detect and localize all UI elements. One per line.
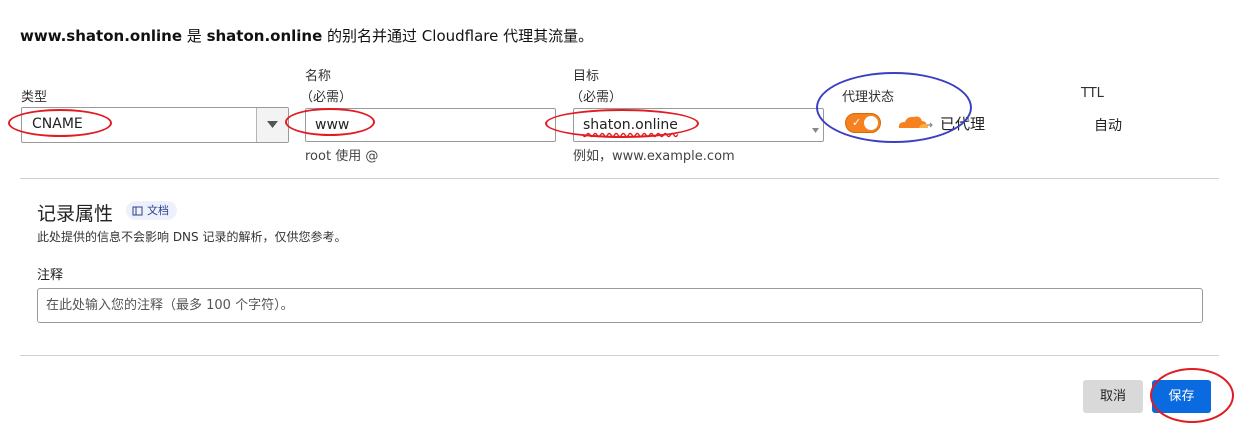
cloud-icon [898, 116, 933, 128]
name-required: （必需） [300, 90, 353, 105]
target-input[interactable]: shaton.online [573, 108, 824, 142]
target-hint: 例如，www.example.com [573, 149, 735, 164]
resize-handle-icon [812, 128, 819, 133]
save-button[interactable]: 保存 [1152, 380, 1211, 413]
target-input-value: shaton.online [583, 117, 678, 133]
name-input-value: www [315, 117, 350, 133]
type-select[interactable]: CNAME [21, 107, 289, 143]
note-label: 注释 [37, 268, 64, 283]
name-label: 名称 [305, 69, 332, 84]
section-divider-top [20, 178, 1219, 179]
chevron-down-icon [267, 121, 278, 128]
summary-suffix: 的别名并通过 Cloudflare 代理其流量。 [322, 27, 594, 45]
type-select-value: CNAME [32, 116, 83, 132]
book-icon [132, 206, 143, 216]
proxy-status-label: 代理状态 [842, 90, 895, 105]
type-label: 类型 [21, 90, 48, 105]
docs-link[interactable]: 文档 [126, 201, 177, 220]
type-select-toggle[interactable] [256, 108, 288, 142]
proxy-status-text: 已代理 [940, 115, 986, 133]
record-summary: www.shaton.online 是 shaton.online 的别名并通过… [20, 25, 593, 46]
ttl-label: TTL [1081, 86, 1104, 101]
target-label: 目标 [573, 69, 600, 84]
cancel-button[interactable]: 取消 [1083, 380, 1143, 413]
record-attributes-title: 记录属性 [37, 203, 114, 225]
target-required: （必需） [570, 90, 623, 105]
name-input[interactable]: www [305, 108, 556, 142]
docs-link-label: 文档 [147, 204, 169, 217]
proxy-toggle[interactable]: ✓ [845, 113, 881, 133]
toggle-knob [864, 116, 878, 130]
section-divider-bottom [20, 355, 1219, 356]
ttl-value: 自动 [1094, 118, 1122, 134]
summary-connector: 是 [182, 27, 207, 45]
note-input[interactable] [37, 288, 1203, 323]
check-icon: ✓ [852, 116, 862, 129]
name-hint: root 使用 @ [305, 149, 379, 164]
summary-alias-name: www.shaton.online [20, 27, 183, 45]
summary-target-name: shaton.online [206, 27, 323, 45]
record-attributes-description: 此处提供的信息不会影响 DNS 记录的解析，仅供您参考。 [37, 230, 347, 244]
